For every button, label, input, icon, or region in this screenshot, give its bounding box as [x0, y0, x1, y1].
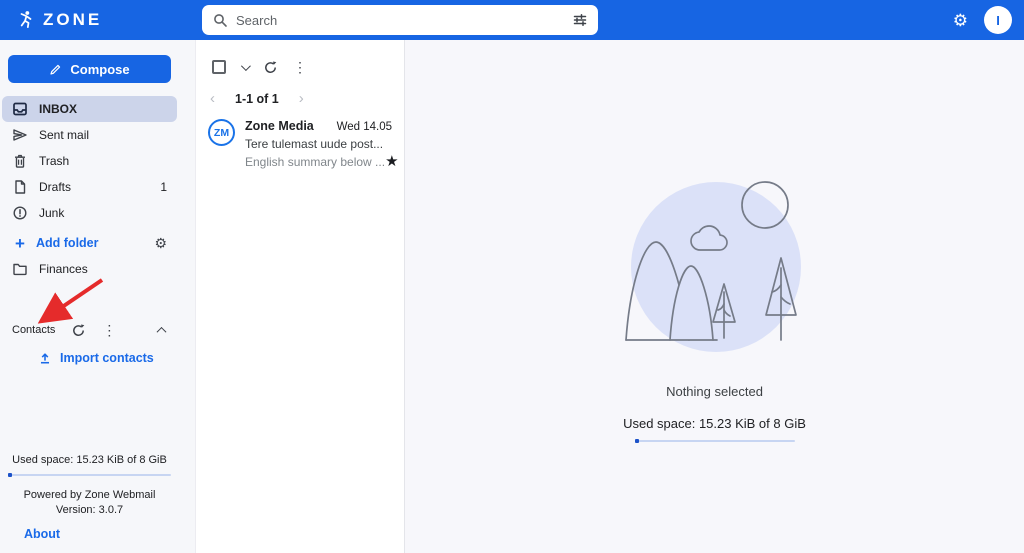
used-space-text-main: Used space: 15.23 KiB of 8 GiB	[623, 416, 806, 431]
add-folder-row: + Add folder ⚙	[0, 230, 179, 256]
plus-icon[interactable]: +	[12, 235, 28, 252]
version-text: Version: 3.0.7	[55, 504, 124, 516]
sidebar-item-trash[interactable]: Trash	[0, 148, 179, 174]
folder-label: Finances	[39, 262, 88, 276]
user-avatar[interactable]: I	[984, 6, 1012, 34]
tune-filter-icon[interactable]	[572, 12, 588, 28]
next-page-button[interactable]: ›	[299, 91, 304, 106]
refresh-mail-icon[interactable]	[263, 60, 278, 75]
email-list-item[interactable]: ZM Zone Media Wed 14.05 Tere tulemast uu…	[196, 106, 404, 169]
compose-button[interactable]: Compose	[8, 55, 171, 83]
mail-menu-kebab-icon[interactable]: ⋮	[293, 60, 307, 74]
search-bar[interactable]	[202, 5, 598, 35]
trash-icon	[15, 154, 25, 168]
sidebar-item-inbox[interactable]: INBOX	[2, 96, 177, 122]
upload-icon	[40, 353, 50, 364]
send-icon	[13, 129, 27, 141]
sender-avatar: ZM	[208, 119, 235, 146]
star-icon[interactable]: ★	[385, 154, 398, 169]
contacts-label: Contacts	[12, 324, 56, 336]
empty-state-title: Nothing selected	[666, 384, 763, 399]
empty-state-illustration	[624, 181, 801, 352]
sidebar-item-drafts[interactable]: Drafts 1	[0, 174, 179, 200]
brand-wordmark: ZONE	[43, 10, 103, 29]
folder-label: INBOX	[39, 102, 78, 116]
used-space-text: Used space: 15.23 KiB of 8 GiB	[12, 454, 167, 466]
about-link[interactable]: About	[24, 527, 60, 541]
sidebar: Compose INBOX Sent mail Trash Drafts 1 J…	[0, 40, 196, 553]
zone-logo[interactable]: ZONE	[0, 10, 102, 30]
inbox-icon	[13, 102, 27, 116]
select-dropdown-button[interactable]	[240, 58, 251, 76]
chevron-up-icon	[156, 326, 167, 337]
folder-label: Sent mail	[39, 128, 90, 142]
email-sender: Zone Media	[245, 119, 314, 133]
sidebar-item-sent[interactable]: Sent mail	[0, 122, 179, 148]
folder-settings-gear-icon[interactable]: ⚙	[154, 236, 167, 250]
import-contacts-button[interactable]: Import contacts	[38, 351, 195, 365]
compose-label: Compose	[70, 61, 130, 77]
sender-initials: ZM	[213, 126, 230, 139]
runner-logo-icon	[20, 11, 32, 29]
pagination: ‹ 1-1 of 1 ›	[196, 91, 404, 106]
drafts-count-badge: 1	[160, 180, 167, 194]
contacts-menu-kebab-icon[interactable]: ⋮	[102, 323, 116, 337]
chevron-down-icon	[240, 61, 251, 72]
pagination-text: 1-1 of 1	[235, 91, 279, 106]
folder-label: Drafts	[39, 180, 72, 194]
sidebar-footer: Used space: 15.23 KiB of 8 GiB Powered b…	[0, 454, 195, 553]
email-preview: English summary below ...	[245, 154, 386, 169]
used-space-progressbar-main	[634, 439, 795, 443]
settings-gear-icon[interactable]: ⚙	[953, 12, 968, 29]
powered-by-text: Powered by Zone Webmail	[23, 489, 156, 501]
email-subject: Tere tulemast uude post...	[245, 137, 384, 151]
refresh-icon[interactable]	[71, 323, 86, 338]
email-date: Wed 14.05	[336, 121, 392, 133]
folder-label: Junk	[39, 206, 65, 220]
avatar-letter: I	[996, 12, 1000, 28]
collapse-contacts-button[interactable]	[156, 321, 167, 339]
folder-icon	[13, 263, 27, 276]
folder-label: Trash	[39, 154, 70, 168]
pencil-icon	[50, 64, 61, 75]
mail-list-toolbar: ⋮	[196, 58, 404, 76]
contacts-section-header: Contacts ⋮	[0, 317, 195, 343]
email-summary: Zone Media Wed 14.05 Tere tulemast uude …	[245, 119, 399, 169]
used-space-progressbar	[8, 473, 171, 477]
search-input[interactable]	[236, 12, 564, 28]
topbar: ZONE ⚙ I	[0, 0, 1024, 40]
reading-pane: Nothing selected Used space: 15.23 KiB o…	[405, 40, 1024, 553]
import-contacts-label: Import contacts	[60, 351, 154, 365]
select-all-checkbox[interactable]	[212, 60, 226, 74]
search-icon	[214, 14, 227, 27]
progress-fill	[8, 473, 12, 477]
mail-list-panel: ⋮ ‹ 1-1 of 1 › ZM Zone Media Wed 14.05 T…	[196, 40, 405, 553]
junk-alert-icon	[13, 206, 27, 220]
sidebar-item-junk[interactable]: Junk	[0, 200, 179, 226]
previous-page-button[interactable]: ‹	[210, 91, 215, 106]
add-folder-button[interactable]: Add folder	[36, 236, 99, 250]
progress-fill	[634, 439, 639, 443]
sidebar-item-finances[interactable]: Finances	[0, 256, 179, 282]
draft-file-icon	[15, 180, 26, 194]
